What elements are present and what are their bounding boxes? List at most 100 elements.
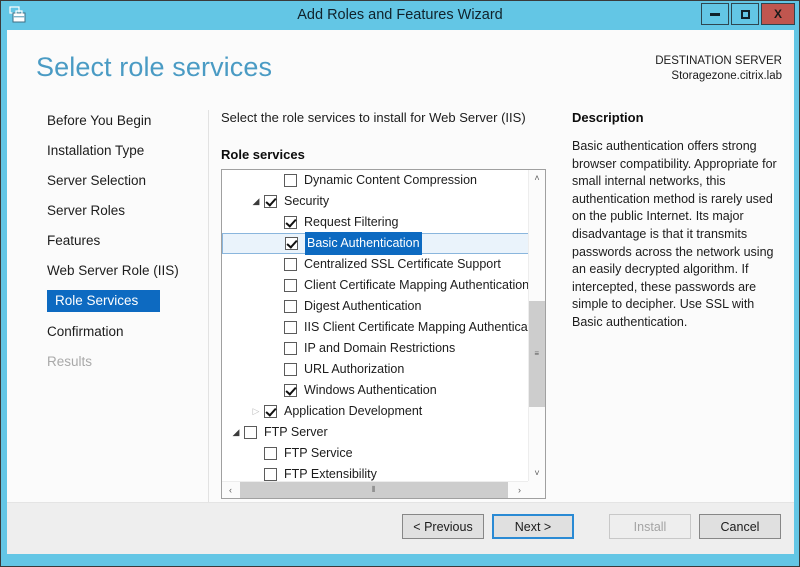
scroll-right-button[interactable]: › <box>511 482 528 498</box>
description-text: Basic authentication offers strong brows… <box>572 139 777 329</box>
sidebar-item-features[interactable]: Features <box>7 230 208 251</box>
role-services-listbox[interactable]: ▸ Dynamic Content Compression ◢ Security… <box>221 169 546 499</box>
checkbox[interactable] <box>284 363 297 376</box>
window-title: Add Roles and Features Wizard <box>297 7 503 23</box>
list-item-label: Client Certificate Mapping Authenticatio… <box>304 278 529 292</box>
tree-toggle-icon: ▸ <box>268 275 284 296</box>
checkbox[interactable] <box>284 321 297 334</box>
tree-toggle-icon: ▸ <box>269 233 285 254</box>
page-header: Select role services DESTINATION SERVER … <box>7 30 794 104</box>
list-item[interactable]: ▸ Request Filtering <box>222 212 529 233</box>
list-item[interactable]: ▸ URL Authorization <box>222 359 529 380</box>
role-services-list: ▸ Dynamic Content Compression ◢ Security… <box>222 170 529 482</box>
sidebar-item-before-you-begin[interactable]: Before You Begin <box>7 110 208 131</box>
scroll-left-button[interactable]: ‹ <box>222 482 239 498</box>
checkbox[interactable] <box>264 447 277 460</box>
vertical-scrollbar[interactable]: ˄ ≡ ˅ <box>528 170 545 482</box>
tree-toggle-icon: ▸ <box>268 254 284 275</box>
cancel-button[interactable]: Cancel <box>699 514 781 539</box>
previous-button[interactable]: < Previous <box>402 514 484 539</box>
wizard-window: Add Roles and Features Wizard X Select r… <box>0 0 800 567</box>
list-item-label: FTP Service <box>284 446 353 460</box>
horizontal-scrollbar[interactable]: ‹ ⦀ › <box>222 481 545 498</box>
list-item[interactable]: ▸ Client Certificate Mapping Authenticat… <box>222 275 529 296</box>
next-button[interactable]: Next > <box>492 514 574 539</box>
destination-server-label: DESTINATION SERVER <box>655 55 782 67</box>
maximize-icon <box>740 9 750 19</box>
tree-collapse-icon[interactable]: ◢ <box>228 422 244 443</box>
sidebar-item-role-services[interactable]: Role Services <box>47 290 160 312</box>
horizontal-scroll-thumb[interactable]: ⦀ <box>240 482 508 498</box>
checkbox[interactable] <box>264 405 277 418</box>
sidebar-item-server-selection[interactable]: Server Selection <box>7 170 208 191</box>
window-controls: X <box>699 3 795 27</box>
tree-collapse-icon[interactable]: ◢ <box>248 191 264 212</box>
instruction-text: Select the role services to install for … <box>221 110 526 125</box>
checkbox[interactable] <box>264 195 277 208</box>
list-item-label: Security <box>284 194 330 208</box>
tree-toggle-icon: ▸ <box>268 296 284 317</box>
checkbox[interactable] <box>284 258 297 271</box>
list-item[interactable]: ▸ IIS Client Certificate Mapping Authent… <box>222 317 529 338</box>
checkbox[interactable] <box>284 174 297 187</box>
list-item[interactable]: ▸ Dynamic Content Compression <box>222 170 529 191</box>
list-item[interactable]: ◢ FTP Server <box>222 422 529 443</box>
list-item[interactable]: ▸ FTP Extensibility <box>222 464 529 482</box>
list-item-label: Application Development <box>284 404 423 418</box>
list-item-label: IIS Client Certificate Mapping Authentic… <box>304 320 529 334</box>
list-item[interactable]: ▸ FTP Service <box>222 443 529 464</box>
list-item[interactable]: ▷ Application Development <box>222 401 529 422</box>
scroll-up-button[interactable]: ˄ <box>529 170 545 187</box>
install-button: Install <box>609 514 691 539</box>
tree-toggle-icon: ▸ <box>268 317 284 338</box>
tree-toggle-icon: ▸ <box>268 212 284 233</box>
tree-expand-icon[interactable]: ▷ <box>248 401 264 422</box>
checkbox[interactable] <box>284 216 297 229</box>
wizard-navigation: Before You Begin Installation Type Serve… <box>7 110 208 515</box>
minimize-button[interactable] <box>701 3 729 25</box>
sidebar-item-web-server-role-iis[interactable]: Web Server Role (IIS) <box>7 260 208 281</box>
list-item-selected[interactable]: ▸ Basic Authentication <box>222 232 529 255</box>
description-title: Description <box>572 110 644 125</box>
sidebar-item-server-roles[interactable]: Server Roles <box>7 200 208 221</box>
wizard-buttons: < Previous Next > Install Cancel <box>402 514 781 539</box>
list-item-label: IP and Domain Restrictions <box>304 341 456 355</box>
list-item-label: FTP Extensibility <box>284 467 377 481</box>
destination-server-name: Storagezone.citrix.lab <box>671 70 782 82</box>
maximize-button[interactable] <box>731 3 759 25</box>
destination-server-block: DESTINATION SERVER Storagezone.citrix.la… <box>655 54 782 84</box>
minimize-icon <box>710 12 720 16</box>
list-item-label: FTP Server <box>264 425 328 439</box>
title-bar: Add Roles and Features Wizard X <box>1 1 799 30</box>
checkbox[interactable] <box>244 426 257 439</box>
list-item-label: Request Filtering <box>304 215 399 229</box>
list-item[interactable]: ▸ Centralized SSL Certificate Support <box>222 254 529 275</box>
list-item[interactable]: ▸ Windows Authentication <box>222 380 529 401</box>
vertical-scroll-thumb[interactable]: ≡ <box>529 301 545 407</box>
list-item[interactable]: ◢ Security <box>222 191 529 212</box>
checkbox[interactable] <box>284 279 297 292</box>
tree-toggle-icon: ▸ <box>268 338 284 359</box>
list-item-label: Centralized SSL Certificate Support <box>304 257 501 271</box>
scrollbar-corner <box>528 481 545 498</box>
description-panel: Description Basic authentication offers … <box>572 110 784 332</box>
checkbox[interactable] <box>284 300 297 313</box>
sidebar-divider <box>208 110 209 508</box>
scroll-down-button[interactable]: ˅ <box>529 465 545 482</box>
tree-toggle-icon: ▸ <box>248 464 264 482</box>
sidebar-item-confirmation[interactable]: Confirmation <box>7 321 208 342</box>
tree-toggle-icon: ▸ <box>268 170 284 191</box>
sidebar-item-installation-type[interactable]: Installation Type <box>7 140 208 161</box>
tree-toggle-icon: ▸ <box>268 359 284 380</box>
list-item-label: Basic Authentication <box>305 232 422 255</box>
checkbox[interactable] <box>284 342 297 355</box>
close-button[interactable]: X <box>761 3 795 25</box>
footer-bar: < Previous Next > Install Cancel <box>7 502 794 554</box>
list-item[interactable]: ▸ Digest Authentication <box>222 296 529 317</box>
page-title: Select role services <box>36 52 273 82</box>
checkbox[interactable] <box>284 384 297 397</box>
list-item[interactable]: ▸ IP and Domain Restrictions <box>222 338 529 359</box>
list-item-label: Digest Authentication <box>304 299 422 313</box>
checkbox[interactable] <box>264 468 277 481</box>
checkbox[interactable] <box>285 237 298 250</box>
